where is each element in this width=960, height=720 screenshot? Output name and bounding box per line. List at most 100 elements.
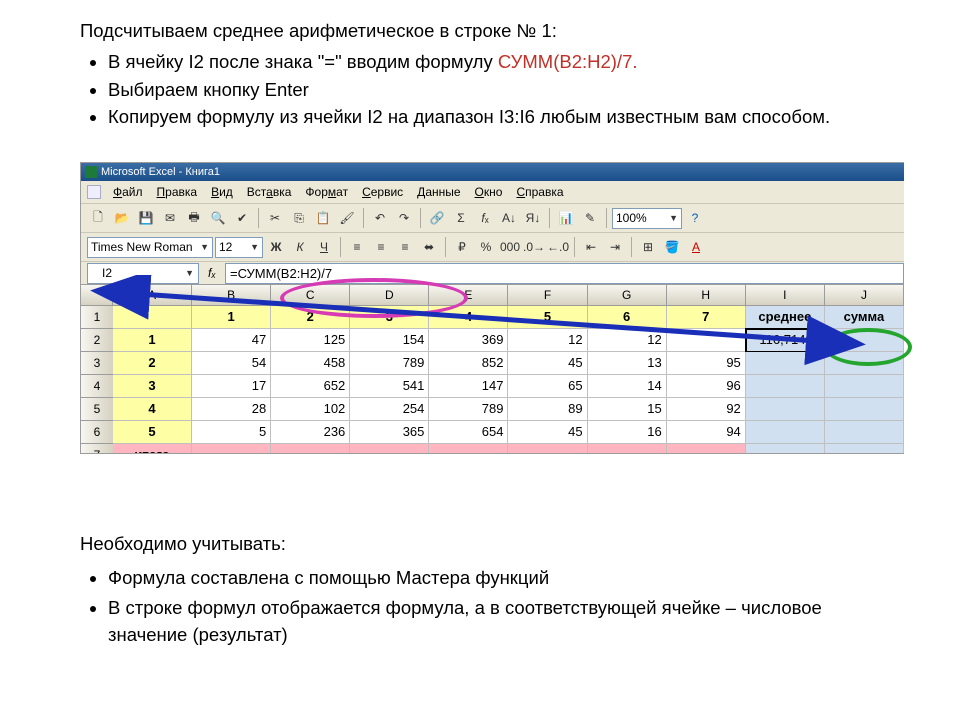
cell-6-G[interactable]: 16: [588, 421, 667, 444]
copy-icon[interactable]: ⎘: [288, 207, 310, 229]
chart-icon[interactable]: 📊: [555, 207, 577, 229]
col-header-E[interactable]: E: [429, 285, 508, 306]
cell-4-I[interactable]: [746, 375, 825, 398]
cell-5-J[interactable]: [825, 398, 904, 421]
cell-4-C[interactable]: 652: [271, 375, 350, 398]
redo-icon[interactable]: ↷: [393, 207, 415, 229]
paste-icon[interactable]: 📋: [312, 207, 334, 229]
cell-1-E[interactable]: 4: [429, 306, 508, 329]
indent-inc-icon[interactable]: ⇥: [604, 236, 626, 258]
cell-2-J[interactable]: [825, 329, 904, 352]
cell-7-H[interactable]: [667, 444, 746, 454]
inc-decimal-icon[interactable]: .0→: [523, 236, 545, 258]
cell-6-E[interactable]: 654: [429, 421, 508, 444]
italic-icon[interactable]: К: [289, 236, 311, 258]
fill-icon[interactable]: 🪣: [661, 236, 683, 258]
cell-5-B[interactable]: 28: [192, 398, 271, 421]
cell-1-A[interactable]: [113, 306, 192, 329]
cell-5-I[interactable]: [746, 398, 825, 421]
menu-insert[interactable]: Вставка: [241, 183, 298, 201]
cell-3-B[interactable]: 54: [192, 352, 271, 375]
cell-2-D[interactable]: 154: [350, 329, 429, 352]
col-header-D[interactable]: D: [350, 285, 429, 306]
cell-5-H[interactable]: 92: [667, 398, 746, 421]
currency-icon[interactable]: ₽: [451, 236, 473, 258]
open-icon[interactable]: 📂: [111, 207, 133, 229]
cell-3-H[interactable]: 95: [667, 352, 746, 375]
cell-3-J[interactable]: [825, 352, 904, 375]
cell-7-I[interactable]: [746, 444, 825, 454]
zoom-combo[interactable]: 100%▼: [612, 208, 682, 229]
cell-4-E[interactable]: 147: [429, 375, 508, 398]
cell-3-A[interactable]: 2: [113, 352, 192, 375]
cell-5-C[interactable]: 102: [271, 398, 350, 421]
fx-icon[interactable]: fₓ: [474, 207, 496, 229]
row-header-4[interactable]: 4: [81, 375, 114, 398]
menu-view[interactable]: Вид: [205, 183, 239, 201]
cell-7-J[interactable]: [825, 444, 904, 454]
cell-1-D[interactable]: 3: [350, 306, 429, 329]
cell-4-J[interactable]: [825, 375, 904, 398]
menu-data[interactable]: Данные: [411, 183, 466, 201]
col-header-F[interactable]: F: [508, 285, 587, 306]
cell-1-B[interactable]: 1: [192, 306, 271, 329]
menu-file[interactable]: Файл: [107, 183, 149, 201]
cell-2-A[interactable]: 1: [113, 329, 192, 352]
cell-6-A[interactable]: 5: [113, 421, 192, 444]
borders-icon[interactable]: ⊞: [637, 236, 659, 258]
formula-input[interactable]: =СУММ(B2:H2)/7: [225, 263, 904, 284]
menu-window[interactable]: Окно: [469, 183, 509, 201]
cell-4-B[interactable]: 17: [192, 375, 271, 398]
sum-icon[interactable]: Σ: [450, 207, 472, 229]
spell-icon[interactable]: ✔: [231, 207, 253, 229]
comma-icon[interactable]: 000: [499, 236, 521, 258]
cell-5-F[interactable]: 89: [508, 398, 587, 421]
name-box[interactable]: I2▼: [87, 263, 199, 284]
mail-icon[interactable]: ✉: [159, 207, 181, 229]
cell-4-H[interactable]: 96: [667, 375, 746, 398]
brush-icon[interactable]: 🖌: [336, 207, 358, 229]
size-combo[interactable]: 12▼: [215, 237, 263, 258]
underline-icon[interactable]: Ч: [313, 236, 335, 258]
cell-6-F[interactable]: 45: [508, 421, 587, 444]
dec-decimal-icon[interactable]: ←.0: [547, 236, 569, 258]
col-header-G[interactable]: G: [588, 285, 667, 306]
cell-5-E[interactable]: 789: [429, 398, 508, 421]
cell-6-C[interactable]: 236: [271, 421, 350, 444]
percent-icon[interactable]: %: [475, 236, 497, 258]
col-header-I[interactable]: I: [746, 285, 825, 306]
cell-2-E[interactable]: 369: [429, 329, 508, 352]
menu-service[interactable]: Сервис: [356, 183, 409, 201]
cut-icon[interactable]: ✂: [264, 207, 286, 229]
cell-3-I[interactable]: [746, 352, 825, 375]
menu-edit[interactable]: Правка: [151, 183, 204, 201]
cell-7-E[interactable]: [429, 444, 508, 454]
cell-7-C[interactable]: [271, 444, 350, 454]
row-header-2[interactable]: 2: [81, 329, 114, 352]
sort-desc-icon[interactable]: Я↓: [522, 207, 544, 229]
col-header-A[interactable]: A: [113, 285, 192, 306]
cell-5-A[interactable]: 4: [113, 398, 192, 421]
cell-2-B[interactable]: 47: [192, 329, 271, 352]
select-all-corner[interactable]: [81, 285, 113, 306]
print-icon[interactable]: 🖶: [183, 207, 205, 229]
cell-6-D[interactable]: 365: [350, 421, 429, 444]
cell-4-D[interactable]: 541: [350, 375, 429, 398]
cell-1-H[interactable]: 7: [667, 306, 746, 329]
merge-icon[interactable]: ⬌: [418, 236, 440, 258]
row-header-7[interactable]: 7: [81, 444, 114, 454]
font-color-icon[interactable]: A: [685, 236, 707, 258]
cell-1-F[interactable]: 5: [508, 306, 587, 329]
indent-dec-icon[interactable]: ⇤: [580, 236, 602, 258]
undo-icon[interactable]: ↶: [369, 207, 391, 229]
align-right-icon[interactable]: ≡: [394, 236, 416, 258]
cell-3-G[interactable]: 13: [588, 352, 667, 375]
cell-6-J[interactable]: [825, 421, 904, 444]
align-center-icon[interactable]: ≡: [370, 236, 392, 258]
font-combo[interactable]: Times New Roman▼: [87, 237, 213, 258]
cell-3-D[interactable]: 789: [350, 352, 429, 375]
cell-2-G[interactable]: 12: [588, 329, 667, 352]
cell-3-E[interactable]: 852: [429, 352, 508, 375]
cell-7-D[interactable]: [350, 444, 429, 454]
menu-format[interactable]: Формат: [299, 183, 354, 201]
